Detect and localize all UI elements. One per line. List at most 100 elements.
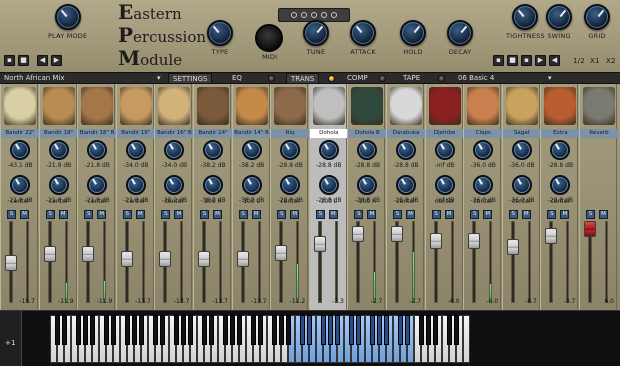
decay-knob[interactable]: DECAY [447, 20, 473, 56]
black-key[interactable] [320, 315, 326, 345]
send2-knob[interactable] [434, 175, 455, 195]
black-key[interactable] [152, 315, 158, 345]
send2-knob[interactable] [396, 175, 416, 195]
preset-select[interactable]: North African Mix [4, 73, 65, 84]
solo-button[interactable]: S [277, 210, 287, 219]
black-key[interactable] [131, 315, 137, 345]
black-key[interactable] [250, 315, 256, 345]
mute-button[interactable]: M [135, 210, 145, 219]
tune-knob[interactable]: TUNE [303, 20, 329, 56]
channel-name[interactable]: Sagat [502, 129, 541, 138]
black-key[interactable] [159, 315, 165, 345]
drum-icon[interactable] [390, 87, 422, 125]
drum-icon[interactable] [4, 87, 36, 125]
drum-icon[interactable] [428, 87, 461, 125]
black-key[interactable] [299, 315, 305, 345]
black-key[interactable] [285, 315, 291, 345]
drum-icon[interactable] [583, 87, 615, 125]
type-knob[interactable]: TYPE [207, 20, 233, 56]
black-key[interactable] [355, 315, 361, 345]
black-key[interactable] [397, 315, 403, 345]
mute-button[interactable]: M [213, 210, 222, 219]
eq-tab[interactable]: EQ [232, 73, 242, 84]
send1-knob[interactable] [241, 140, 262, 160]
pattern-icon[interactable]: ▪ [493, 55, 504, 66]
channel-name[interactable]: Reverb [580, 129, 618, 138]
ratio-toggle[interactable]: 1/2 [573, 57, 585, 65]
octave-label[interactable]: +1 [5, 339, 16, 347]
channel-name[interactable]: Darabuka [387, 129, 425, 138]
black-key[interactable] [348, 315, 354, 345]
send2-knob[interactable] [280, 175, 301, 195]
fader-handle[interactable] [506, 239, 519, 256]
drum-icon[interactable] [158, 87, 191, 125]
chevron-down-icon[interactable]: ▾ [548, 73, 552, 84]
send1-knob[interactable] [87, 140, 108, 160]
stop-icon[interactable]: ■ [18, 55, 29, 66]
fader-handle[interactable] [275, 244, 288, 261]
send1-knob[interactable] [164, 140, 185, 160]
solo-button[interactable]: S [122, 210, 132, 219]
fader-handle[interactable] [429, 232, 442, 249]
channel-name[interactable]: Riq [271, 129, 310, 138]
save-icon[interactable]: ▪ [4, 55, 15, 66]
black-key[interactable] [222, 315, 228, 345]
send2-knob[interactable] [241, 175, 262, 195]
fader-track[interactable] [317, 221, 322, 303]
black-key[interactable] [173, 315, 179, 345]
send2-knob[interactable] [87, 175, 108, 195]
black-key[interactable] [306, 315, 312, 345]
send1-knob[interactable] [318, 140, 339, 160]
drum-icon[interactable] [197, 87, 229, 125]
black-key[interactable] [432, 315, 438, 345]
send1-knob[interactable] [473, 140, 494, 160]
channel-name[interactable]: Bandir 18" [39, 129, 78, 138]
black-key[interactable] [334, 315, 340, 345]
mute-button[interactable]: M [521, 210, 531, 219]
send1-knob[interactable] [203, 140, 223, 160]
fader-handle[interactable] [468, 232, 481, 249]
drum-icon[interactable] [42, 87, 75, 125]
fader-track[interactable] [510, 221, 515, 303]
x1-toggle[interactable]: X1 [590, 57, 600, 65]
drum-icon[interactable] [467, 87, 500, 125]
black-key[interactable] [383, 315, 389, 345]
solo-button[interactable]: S [586, 210, 595, 219]
send2-knob[interactable] [318, 175, 339, 195]
x2-toggle[interactable]: X2 [606, 57, 616, 65]
black-key[interactable] [54, 315, 60, 345]
fader-handle[interactable] [236, 250, 249, 267]
mute-button[interactable]: M [20, 210, 29, 219]
black-key[interactable] [61, 315, 67, 345]
eq-led-icon[interactable] [268, 75, 275, 82]
black-key[interactable] [82, 315, 88, 345]
solo-button[interactable]: S [431, 210, 441, 219]
play-icon[interactable]: ▶ [535, 55, 546, 66]
black-key[interactable] [208, 315, 214, 345]
solo-button[interactable]: S [7, 210, 16, 219]
chevron-down-icon[interactable]: ▾ [157, 73, 161, 84]
send1-knob[interactable] [10, 140, 30, 160]
channel-name[interactable]: Dohola B [348, 129, 387, 138]
solo-button[interactable]: S [547, 210, 557, 219]
mute-button[interactable]: M [599, 210, 608, 219]
channel-name[interactable]: Bandir 18" B [78, 129, 117, 138]
comp-tab[interactable]: COMP [347, 73, 368, 84]
solo-button[interactable]: S [161, 210, 171, 219]
tape-tab[interactable]: TAPE [403, 73, 420, 84]
fader-handle[interactable] [198, 250, 210, 267]
fader-handle[interactable] [545, 228, 558, 245]
pattern-select[interactable]: 06 Basic 4 [458, 73, 494, 84]
tape-led-icon[interactable] [438, 75, 445, 82]
white-key[interactable] [463, 315, 470, 363]
send2-knob[interactable] [125, 175, 146, 195]
channel-name[interactable]: Bandir 16" B [155, 129, 194, 138]
solo-button[interactable]: S [84, 210, 94, 219]
mute-button[interactable]: M [251, 210, 261, 219]
black-key[interactable] [75, 315, 81, 345]
black-key[interactable] [201, 315, 207, 345]
black-key[interactable] [271, 315, 277, 345]
play-mode-knob[interactable]: PLAY MODE [48, 4, 87, 40]
black-key[interactable] [418, 315, 424, 345]
drum-icon[interactable] [235, 87, 268, 125]
